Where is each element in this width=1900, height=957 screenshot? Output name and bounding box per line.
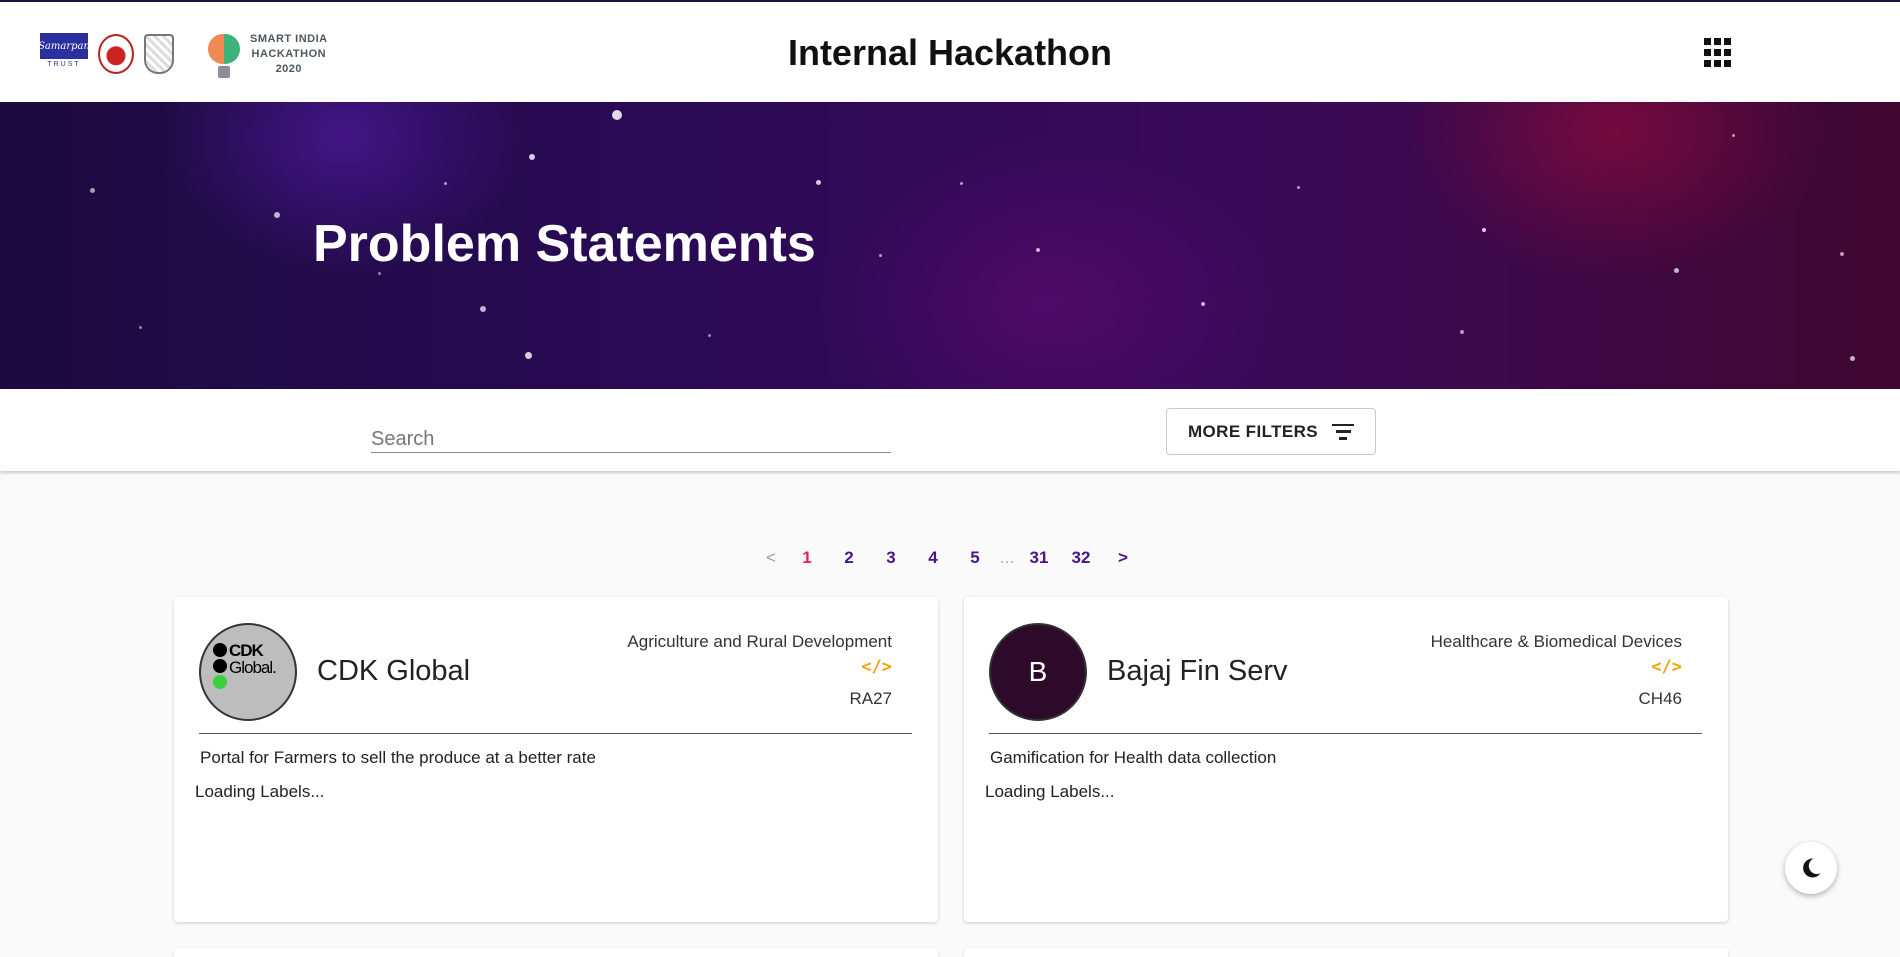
problem-description: Portal for Farmers to sell the produce a… [200,748,596,767]
problem-code: CH46 [1638,689,1682,708]
page-button-32[interactable]: 32 [1060,548,1102,568]
dark-mode-toggle-button[interactable] [1785,842,1837,894]
page-button-2[interactable]: 2 [828,548,870,568]
company-name: CDK Global [317,655,471,687]
more-filters-button[interactable]: MORE FILTERS [1166,408,1376,455]
filter-list-icon [1332,423,1355,440]
page-button-5[interactable]: 5 [954,548,996,568]
hero-banner: Problem Statements [0,102,1900,389]
card-divider [989,733,1702,734]
domain-label: Healthcare & Biomedical Devices [1430,632,1682,651]
code-icon: </> [861,657,892,677]
top-app-bar: Samarpan TRUST SMART INDIA HACKATHON 202… [0,0,1900,102]
page-button-1[interactable]: 1 [786,548,828,568]
apps-grid-icon[interactable] [1704,38,1732,68]
moon-icon [1803,858,1821,878]
problem-description: Gamification for Health data collection [990,748,1277,767]
next-page-button[interactable]: > [1102,548,1144,568]
app-title: Internal Hackathon [787,32,1113,73]
page-title: Problem Statements [313,215,816,273]
problem-statement-card[interactable]: B Bajaj Fin Serv Healthcare & Biomedical… [964,597,1728,922]
code-icon: </> [1651,657,1682,677]
problem-statement-card-partial[interactable] [174,948,938,957]
cdk-global-logo: CDK Global. [213,641,283,703]
labels-status: Loading Labels... [985,782,1115,801]
search-input[interactable] [371,429,891,453]
company-logo-avatar: CDK Global. [199,623,297,721]
problem-statement-card-partial[interactable] [964,948,1728,957]
more-filters-label: MORE FILTERS [1187,421,1319,441]
page-button-31[interactable]: 31 [1018,548,1060,568]
company-name: Bajaj Fin Serv [1107,655,1288,687]
pagination-ellipsis: ... [999,548,1015,567]
prev-page-button[interactable]: < [756,548,786,568]
pagination: < 1 2 3 4 5 ... 31 32 > [0,548,1900,568]
problem-code: RA27 [849,689,892,708]
page-button-3[interactable]: 3 [870,548,912,568]
labels-status: Loading Labels... [195,782,325,801]
company-letter-avatar: B [989,623,1087,721]
domain-label: Agriculture and Rural Development [627,632,892,651]
problem-statement-card[interactable]: CDK Global. CDK Global Agriculture and R… [174,597,938,922]
filter-bar: MORE FILTERS [0,389,1900,471]
card-divider [199,733,912,734]
page-button-4[interactable]: 4 [912,548,954,568]
